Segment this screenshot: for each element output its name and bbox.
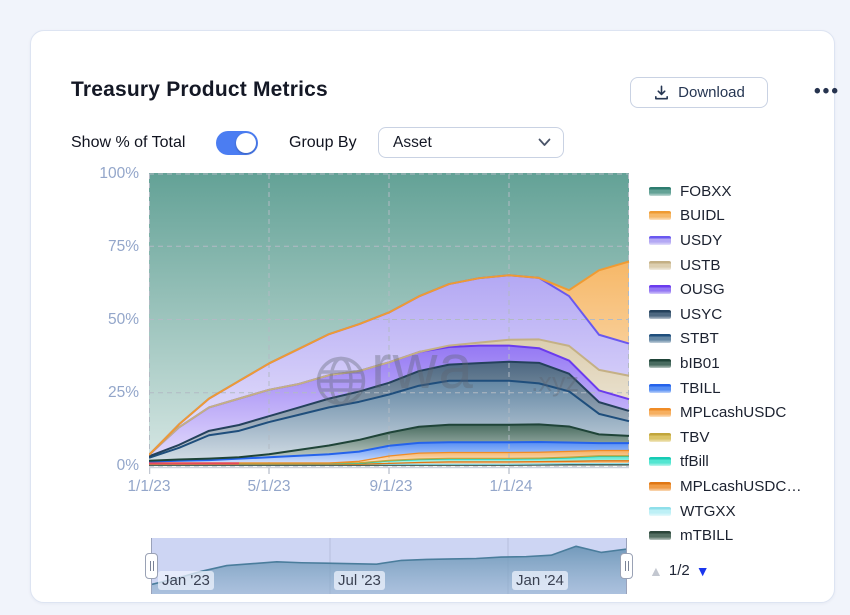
x-tick-2: 9/1/23	[369, 478, 413, 495]
legend-item-bib01[interactable]: bIB01	[649, 351, 850, 376]
legend-swatch	[649, 481, 671, 491]
legend-swatch	[649, 408, 671, 418]
legend-label: BUIDL	[680, 207, 725, 225]
legend-item-usdy[interactable]: USDY	[649, 228, 850, 253]
legend-item-mtbill[interactable]: mTBILL	[649, 523, 850, 548]
legend-swatch	[649, 334, 671, 344]
x-tick-3: 1/1/24	[489, 478, 533, 495]
chevron-down-icon	[538, 138, 551, 147]
y-tick-100: 100%	[99, 165, 139, 182]
legend-swatch	[649, 309, 671, 319]
legend-item-mplcashusdc-[interactable]: MPLcashUSDC…	[649, 474, 850, 499]
navigator-label-jan23: Jan '23	[158, 571, 214, 590]
navigator-left-handle[interactable]	[145, 553, 158, 579]
legend-item-fobxx[interactable]: FOBXX	[649, 179, 850, 204]
navigator-right-handle[interactable]	[620, 553, 633, 579]
legend-label: TBV	[680, 428, 710, 446]
legend-swatch	[649, 235, 671, 245]
legend-label: USDY	[680, 231, 723, 249]
legend-item-tbill[interactable]: TBILL	[649, 376, 850, 401]
stacked-area-chart[interactable]	[149, 173, 630, 475]
legend-swatch	[649, 285, 671, 295]
legend-item-stbt[interactable]: STBT	[649, 327, 850, 352]
legend-item-tbv[interactable]: TBV	[649, 425, 850, 450]
legend-label: tfBill	[680, 453, 709, 471]
legend-swatch	[649, 432, 671, 442]
download-button[interactable]: Download	[630, 77, 768, 108]
legend-label: FOBXX	[680, 182, 732, 200]
legend-item-ousg[interactable]: OUSG	[649, 277, 850, 302]
more-options-button[interactable]: •••	[809, 79, 845, 105]
legend-swatch	[649, 186, 671, 196]
toggle-knob	[236, 133, 256, 153]
x-tick-0: 1/1/23	[127, 478, 171, 495]
legend-swatch	[649, 260, 671, 270]
legend-swatch	[649, 531, 671, 541]
legend-swatch	[649, 358, 671, 368]
legend-swatch	[649, 383, 671, 393]
y-tick-50: 50%	[107, 311, 139, 328]
group-by-label: Group By	[289, 134, 357, 151]
legend-page-label: 1/2	[668, 562, 690, 579]
legend-item-usyc[interactable]: USYC	[649, 302, 850, 327]
legend-swatch	[649, 506, 671, 516]
legend-item-tfbill[interactable]: tfBill	[649, 450, 850, 475]
range-navigator[interactable]: Jan '23 Jul '23 Jan '24	[145, 538, 633, 594]
group-by-select[interactable]: Asset	[378, 127, 564, 158]
ellipsis-icon: •••	[814, 81, 840, 102]
legend-item-buidl[interactable]: BUIDL	[649, 204, 850, 229]
percent-toggle[interactable]	[216, 131, 258, 155]
y-tick-75: 75%	[107, 238, 139, 255]
treasury-metrics-card: Treasury Product Metrics Download ••• Sh…	[30, 30, 838, 603]
legend-label: STBT	[680, 330, 719, 348]
legend-pagination: ▲ 1/2 ▼	[649, 562, 710, 579]
download-label: Download	[678, 84, 745, 101]
legend-label: OUSG	[680, 281, 725, 299]
legend-item-wtgxx[interactable]: WTGXX	[649, 499, 850, 524]
legend-label: TBILL	[680, 379, 721, 397]
y-tick-25: 25%	[107, 384, 139, 401]
legend-next-button[interactable]: ▼	[696, 563, 710, 579]
navigator-label-jan24: Jan '24	[512, 571, 568, 590]
legend: FOBXX BUIDL USDY USTB OUSG USYC STBT bIB01 TBILL…	[649, 179, 850, 548]
legend-label: USYC	[680, 305, 723, 323]
percent-toggle-label: Show % of Total	[71, 134, 186, 151]
x-tick-1: 5/1/23	[247, 478, 291, 495]
legend-label: WTGXX	[680, 502, 736, 520]
legend-item-ustb[interactable]: USTB	[649, 253, 850, 278]
legend-swatch	[649, 457, 671, 467]
navigator-label-jul23: Jul '23	[334, 571, 385, 590]
legend-label: MPLcashUSDC…	[680, 477, 802, 495]
legend-label: MPLcashUSDC	[680, 404, 787, 422]
download-icon	[653, 84, 670, 101]
page-title: Treasury Product Metrics	[71, 78, 328, 101]
legend-label: mTBILL	[680, 527, 734, 545]
y-tick-0: 0%	[116, 457, 139, 474]
group-by-value: Asset	[393, 133, 432, 151]
legend-label: USTB	[680, 256, 721, 274]
legend-item-mplcashusdc[interactable]: MPLcashUSDC	[649, 400, 850, 425]
legend-prev-button[interactable]: ▲	[649, 563, 663, 579]
legend-swatch	[649, 211, 671, 221]
legend-label: bIB01	[680, 354, 720, 372]
